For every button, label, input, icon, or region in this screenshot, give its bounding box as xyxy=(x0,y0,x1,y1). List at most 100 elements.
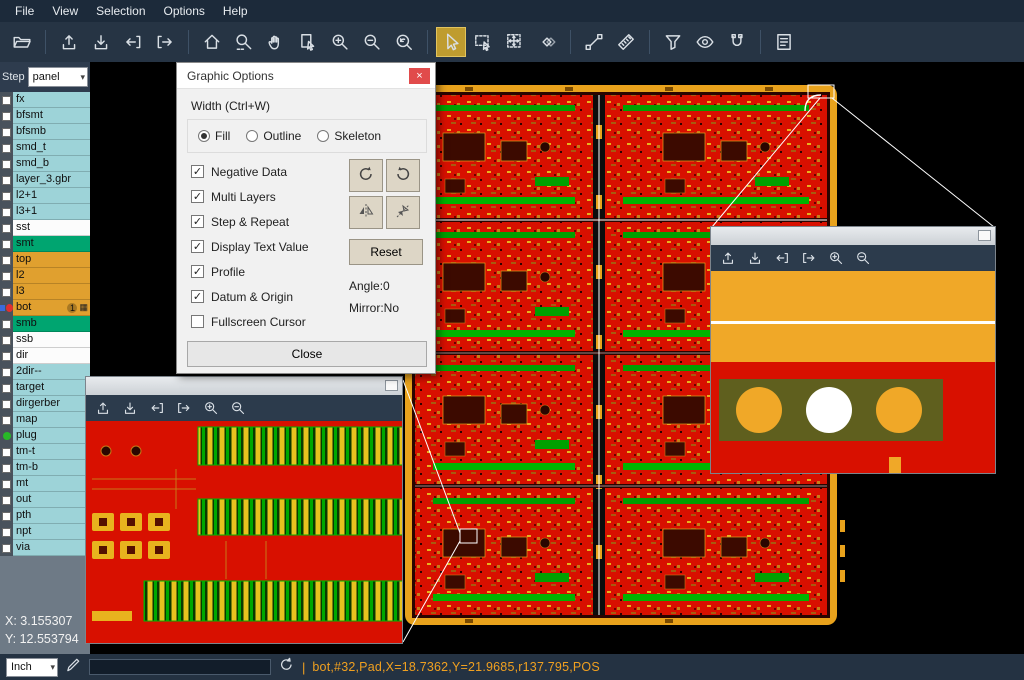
layer-visibility-cell[interactable] xyxy=(0,364,13,380)
layer-checkbox[interactable] xyxy=(2,320,11,329)
menu-selection[interactable]: Selection xyxy=(87,0,154,22)
layer-visibility-cell[interactable] xyxy=(0,252,13,268)
layer-checkbox[interactable] xyxy=(2,544,11,553)
window-control-box[interactable] xyxy=(978,230,991,241)
checkbox-fullscreen-cursor[interactable]: Fullscreen Cursor xyxy=(191,309,341,334)
layer-checkbox[interactable] xyxy=(2,256,11,265)
layer-row-smb[interactable]: smb xyxy=(0,316,90,332)
layer-visibility-cell[interactable] xyxy=(0,172,13,188)
mag-tool-tray-up-button[interactable] xyxy=(716,247,740,269)
tool-pan-hand-button[interactable] xyxy=(261,27,291,57)
layer-row-mt[interactable]: mt xyxy=(0,476,90,492)
layer-row-l3+1[interactable]: l3+1 xyxy=(0,204,90,220)
layer-visibility-cell[interactable] xyxy=(0,300,13,316)
command-input[interactable] xyxy=(89,659,271,675)
tool-page-cursor-button[interactable] xyxy=(293,27,323,57)
layer-visibility-cell[interactable] xyxy=(0,460,13,476)
tool-ruler-button[interactable] xyxy=(611,27,641,57)
tool-open-button[interactable] xyxy=(7,27,37,57)
layer-checkbox[interactable] xyxy=(2,448,11,457)
mag-tool-tray-up-button[interactable] xyxy=(91,397,115,419)
layer-row-2dir--[interactable]: 2dir-- xyxy=(0,364,90,380)
tool-zoom-previous-button[interactable] xyxy=(389,27,419,57)
layer-row-bfsmb[interactable]: bfsmb xyxy=(0,124,90,140)
close-button[interactable]: Close xyxy=(187,341,427,367)
layer-checkbox[interactable] xyxy=(2,496,11,505)
mag-tool-zoom-in-button[interactable] xyxy=(824,247,848,269)
layer-label-cell[interactable]: bfsmb xyxy=(13,124,90,140)
layer-checkbox[interactable] xyxy=(2,144,11,153)
layer-label-cell[interactable]: via xyxy=(13,540,90,556)
mirror-diagonal-button[interactable] xyxy=(386,196,420,229)
layer-label-cell[interactable]: l2 xyxy=(13,268,90,284)
layer-visibility-cell[interactable] xyxy=(0,476,13,492)
layer-label-cell[interactable]: top xyxy=(13,252,90,268)
layer-label-cell[interactable]: 2dir-- xyxy=(13,364,90,380)
layer-visibility-cell[interactable] xyxy=(0,108,13,124)
layer-checkbox[interactable] xyxy=(2,160,11,169)
magnifier1-title-bar[interactable] xyxy=(86,377,402,395)
layer-visibility-cell[interactable] xyxy=(0,316,13,332)
layer-row-smd_b[interactable]: smd_b xyxy=(0,156,90,172)
layer-row-via[interactable]: via xyxy=(0,540,90,556)
layer-checkbox[interactable] xyxy=(2,96,11,105)
layer-checkbox[interactable] xyxy=(2,224,11,233)
layer-checkbox[interactable] xyxy=(2,336,11,345)
layer-row-smt[interactable]: smt xyxy=(0,236,90,252)
layer-label-cell[interactable]: tm-b xyxy=(13,460,90,476)
layer-row-plug[interactable]: plug xyxy=(0,428,90,444)
mag-tool-tray-right-button[interactable] xyxy=(797,247,821,269)
layer-label-cell[interactable]: out xyxy=(13,492,90,508)
layer-row-npt[interactable]: npt xyxy=(0,524,90,540)
layer-visibility-cell[interactable] xyxy=(0,332,13,348)
layer-visibility-cell[interactable] xyxy=(0,380,13,396)
tool-measure-line-button[interactable] xyxy=(579,27,609,57)
layer-label-cell[interactable]: dirgerber xyxy=(13,396,90,412)
magnifier-window-1[interactable] xyxy=(85,376,403,644)
checkbox-step-repeat[interactable]: ✓Step & Repeat xyxy=(191,209,341,234)
layer-row-smd_t[interactable]: smd_t xyxy=(0,140,90,156)
mag-tool-zoom-out-button[interactable] xyxy=(226,397,250,419)
layer-label-cell[interactable]: npt xyxy=(13,524,90,540)
layer-row-sst[interactable]: sst xyxy=(0,220,90,236)
layer-checkbox[interactable] xyxy=(2,480,11,489)
tool-tray-right-button[interactable] xyxy=(150,27,180,57)
tool-transform-select-button[interactable] xyxy=(500,27,530,57)
unit-select[interactable]: Inch ▾ xyxy=(6,658,58,677)
layer-row-out[interactable]: out xyxy=(0,492,90,508)
layer-label-cell[interactable]: plug xyxy=(13,428,90,444)
mirror-vertical-button[interactable] xyxy=(349,196,383,229)
menu-file[interactable]: File xyxy=(6,0,43,22)
tool-filter-button[interactable] xyxy=(658,27,688,57)
layer-label-cell[interactable]: layer_3.gbr xyxy=(13,172,90,188)
mag-tool-zoom-out-button[interactable] xyxy=(851,247,875,269)
mag-tool-zoom-in-button[interactable] xyxy=(199,397,223,419)
menu-options[interactable]: Options xyxy=(155,0,214,22)
dialog-close-button[interactable]: × xyxy=(409,68,430,84)
layer-row-tm-b[interactable]: tm-b xyxy=(0,460,90,476)
layer-checkbox[interactable] xyxy=(2,192,11,201)
radio-fill[interactable]: Fill xyxy=(198,129,230,143)
layer-row-l2[interactable]: l2 xyxy=(0,268,90,284)
layer-checkbox[interactable] xyxy=(2,112,11,121)
rotate-cw-button[interactable] xyxy=(349,159,383,192)
layer-row-map[interactable]: map xyxy=(0,412,90,428)
layer-visibility-cell[interactable] xyxy=(0,508,13,524)
layer-row-top[interactable]: top xyxy=(0,252,90,268)
layer-label-cell[interactable]: map xyxy=(13,412,90,428)
layer-visibility-cell[interactable] xyxy=(0,492,13,508)
layer-row-l3[interactable]: l3 xyxy=(0,284,90,300)
tool-tray-up-button[interactable] xyxy=(54,27,84,57)
tool-snap-button[interactable] xyxy=(722,27,752,57)
checkbox-datum-origin[interactable]: ✓Datum & Origin xyxy=(191,284,341,309)
layer-checkbox[interactable] xyxy=(2,352,11,361)
layer-checkbox[interactable] xyxy=(2,400,11,409)
layer-checkbox[interactable] xyxy=(2,416,11,425)
layer-checkbox[interactable] xyxy=(2,208,11,217)
tool-select-rect-button[interactable] xyxy=(468,27,498,57)
layer-visibility-cell[interactable] xyxy=(0,396,13,412)
layer-label-cell[interactable]: mt xyxy=(13,476,90,492)
checkbox-negative-data[interactable]: ✓Negative Data xyxy=(191,159,341,184)
tool-zoom-in-button[interactable] xyxy=(325,27,355,57)
reset-button[interactable]: Reset xyxy=(349,239,423,265)
